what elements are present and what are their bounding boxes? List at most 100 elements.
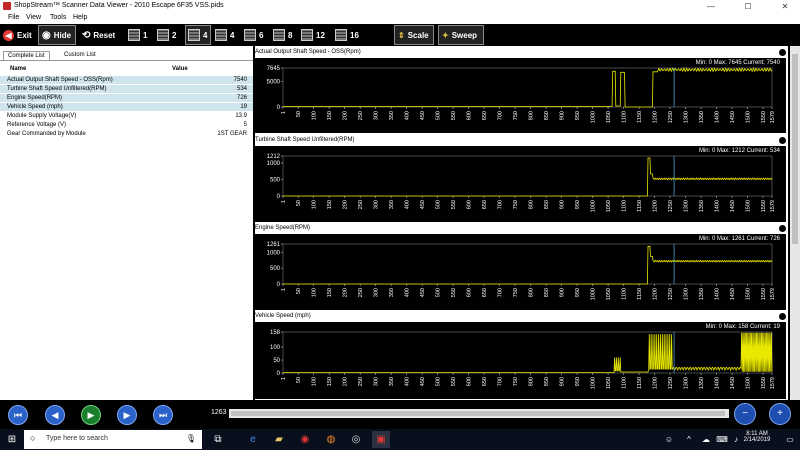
x-tick-label: 350 [389, 377, 395, 386]
x-tick-label: 400 [405, 288, 411, 297]
tab-custom-list[interactable]: Custom List [60, 51, 100, 60]
plot-frame [282, 243, 773, 285]
x-tick-label: 250 [358, 377, 364, 386]
hide-button[interactable]: ◉ Hide [38, 25, 76, 45]
skip-to-start-button[interactable]: ⏮ [8, 405, 28, 425]
step-forward-button[interactable]: ▶ [117, 405, 137, 425]
x-tick-label: 950 [575, 288, 581, 297]
x-tick-label: 1550 [761, 288, 767, 300]
x-tick-label: 450 [420, 377, 426, 386]
x-tick-label: 1500 [746, 377, 752, 389]
taskbar-search[interactable]: ○ Type here to search 🎙 [24, 430, 202, 449]
layout-8-button[interactable]: 8 [273, 25, 297, 45]
x-tick-label: 1200 [653, 288, 659, 300]
edge-icon[interactable]: e [244, 431, 262, 448]
people-icon[interactable]: ☺ [660, 431, 678, 448]
play-button[interactable]: ▶ [81, 405, 101, 425]
layout-4b-button[interactable]: 4 [215, 25, 239, 45]
scrollbar-thumb[interactable] [792, 54, 798, 244]
list-item[interactable]: Turbine Shaft Speed Unfiltered(RPM) 534 [0, 85, 253, 93]
minimize-button[interactable]: — [697, 0, 725, 13]
microphone-icon[interactable]: 🎙 [186, 434, 196, 443]
graph-panel[interactable]: 1212 1000 500 0 1 50 100 150 200 250 300 350 400 450 5… [255, 146, 786, 222]
skip-to-end-button[interactable]: ⏭ [153, 405, 173, 425]
sweep-button[interactable]: ✦ Sweep [438, 25, 484, 45]
close-button[interactable]: ✕ [771, 0, 799, 13]
x-tick-label: 1200 [653, 111, 659, 123]
graph-panel[interactable]: 7645 5000 0 1 50 100 150 200 250 300 350 400 450 500 5… [255, 58, 786, 133]
firefox-icon[interactable]: ◍ [322, 431, 340, 448]
timeline-scrollbar[interactable] [229, 409, 729, 418]
x-tick-label: 1050 [606, 288, 612, 300]
x-tick-label: 100 [312, 377, 318, 386]
layout-16-button[interactable]: 16 [335, 25, 389, 45]
column-value-header[interactable]: Value [172, 66, 188, 72]
menu-view[interactable]: View [26, 14, 41, 21]
scrollbar-thumb[interactable] [231, 411, 725, 416]
exit-button[interactable]: ◀ Exit [3, 25, 36, 45]
x-tick-label: 300 [374, 200, 380, 209]
reset-button[interactable]: ⟲ Reset [82, 25, 122, 45]
x-tick-label: 1400 [715, 377, 721, 389]
layout-2-button[interactable]: 2 [157, 25, 181, 45]
x-tick-label: 1150 [637, 111, 643, 123]
x-tick-label: 600 [467, 377, 473, 386]
graph-title: Engine Speed(RPM) [255, 225, 311, 231]
graph-close-icon[interactable] [779, 137, 786, 144]
menu-tools[interactable]: Tools [50, 14, 66, 21]
menu-file[interactable]: File [8, 14, 19, 21]
search-placeholder: Type here to search [46, 435, 108, 442]
y-tick-label: 0 [277, 194, 281, 200]
chrome-icon[interactable]: ◉ [296, 431, 314, 448]
x-tick-label: 900 [560, 200, 566, 209]
layout-6-button[interactable]: 6 [244, 25, 268, 45]
list-item[interactable]: Vehicle Speed (mph) 19 [0, 103, 253, 111]
x-tick-label: 1450 [730, 200, 736, 212]
x-tick-label: 1200 [653, 377, 659, 389]
cursor-position: 1263 [211, 409, 227, 416]
x-tick-label: 550 [451, 288, 457, 297]
clock[interactable]: 8:11 AM 2/14/2019 [734, 431, 780, 443]
list-item[interactable]: Module Supply Voltage(V) 13.9 [0, 112, 253, 120]
zoom-out-button[interactable]: − [734, 403, 756, 425]
x-tick-label: 250 [358, 200, 364, 209]
list-item[interactable]: Reference Voltage (V) 5 [0, 121, 253, 129]
graph-close-icon[interactable] [779, 49, 786, 56]
zoom-in-button[interactable]: + [769, 403, 791, 425]
playback-bar: ⏮ ◀ ▶ ▶ ⏭ 1263 − + [0, 400, 800, 429]
reset-icon: ⟲ [82, 29, 91, 41]
maximize-button[interactable]: ☐ [734, 0, 762, 13]
y-tick-label: 7645 [267, 66, 281, 72]
column-name-header[interactable]: Name [10, 66, 26, 72]
list-item[interactable]: Actual Output Shaft Speed - OSS(Rpm) 7540 [0, 76, 253, 84]
notifications-icon[interactable]: ▭ [781, 431, 799, 448]
layout-1-button[interactable]: 1 [128, 25, 152, 45]
grid-icon [128, 29, 140, 41]
graph-close-icon[interactable] [779, 313, 786, 320]
graph-title: Actual Output Shaft Speed - OSS(Rpm) [255, 49, 361, 55]
menu-help[interactable]: Help [73, 14, 87, 21]
list-item[interactable]: Gear Commanded by Module 1ST GEAR [0, 130, 253, 138]
shopstream-taskbar-icon[interactable]: ▣ [372, 431, 390, 448]
list-item[interactable]: Engine Speed(RPM) 726 [0, 94, 253, 102]
layout-4-button[interactable]: 4 [185, 25, 211, 45]
step-back-button[interactable]: ◀ [45, 405, 65, 425]
graph-scrollbar[interactable] [790, 46, 800, 400]
scale-button[interactable]: ⇕ Scale [394, 25, 434, 45]
file-explorer-icon[interactable]: ▰ [270, 431, 288, 448]
layout-12-button[interactable]: 12 [301, 25, 331, 45]
x-tick-label: 500 [436, 288, 442, 297]
x-tick-label: 100 [312, 200, 318, 209]
windows-start-icon[interactable]: ⊞ [3, 431, 21, 448]
graph-close-icon[interactable] [779, 225, 786, 232]
show-hidden-icons[interactable]: ^ [680, 431, 698, 448]
sweep-icon: ✦ [442, 30, 449, 40]
x-tick-label: 50 [296, 288, 302, 294]
exit-icon: ◀ [3, 29, 14, 41]
graph-panel[interactable]: 158 100 50 0 1 50 100 150 200 250 300 350 400 450 500 5… [255, 322, 786, 399]
tab-complete-list[interactable]: Complete List [3, 51, 50, 60]
x-tick-label: 800 [529, 111, 535, 120]
app-icon[interactable]: ◎ [347, 431, 365, 448]
task-view-icon[interactable]: ⧉ [209, 431, 227, 448]
graph-panel[interactable]: 1261 1000 500 0 1 50 100 150 200 250 300 350 400 450 5… [255, 234, 786, 310]
